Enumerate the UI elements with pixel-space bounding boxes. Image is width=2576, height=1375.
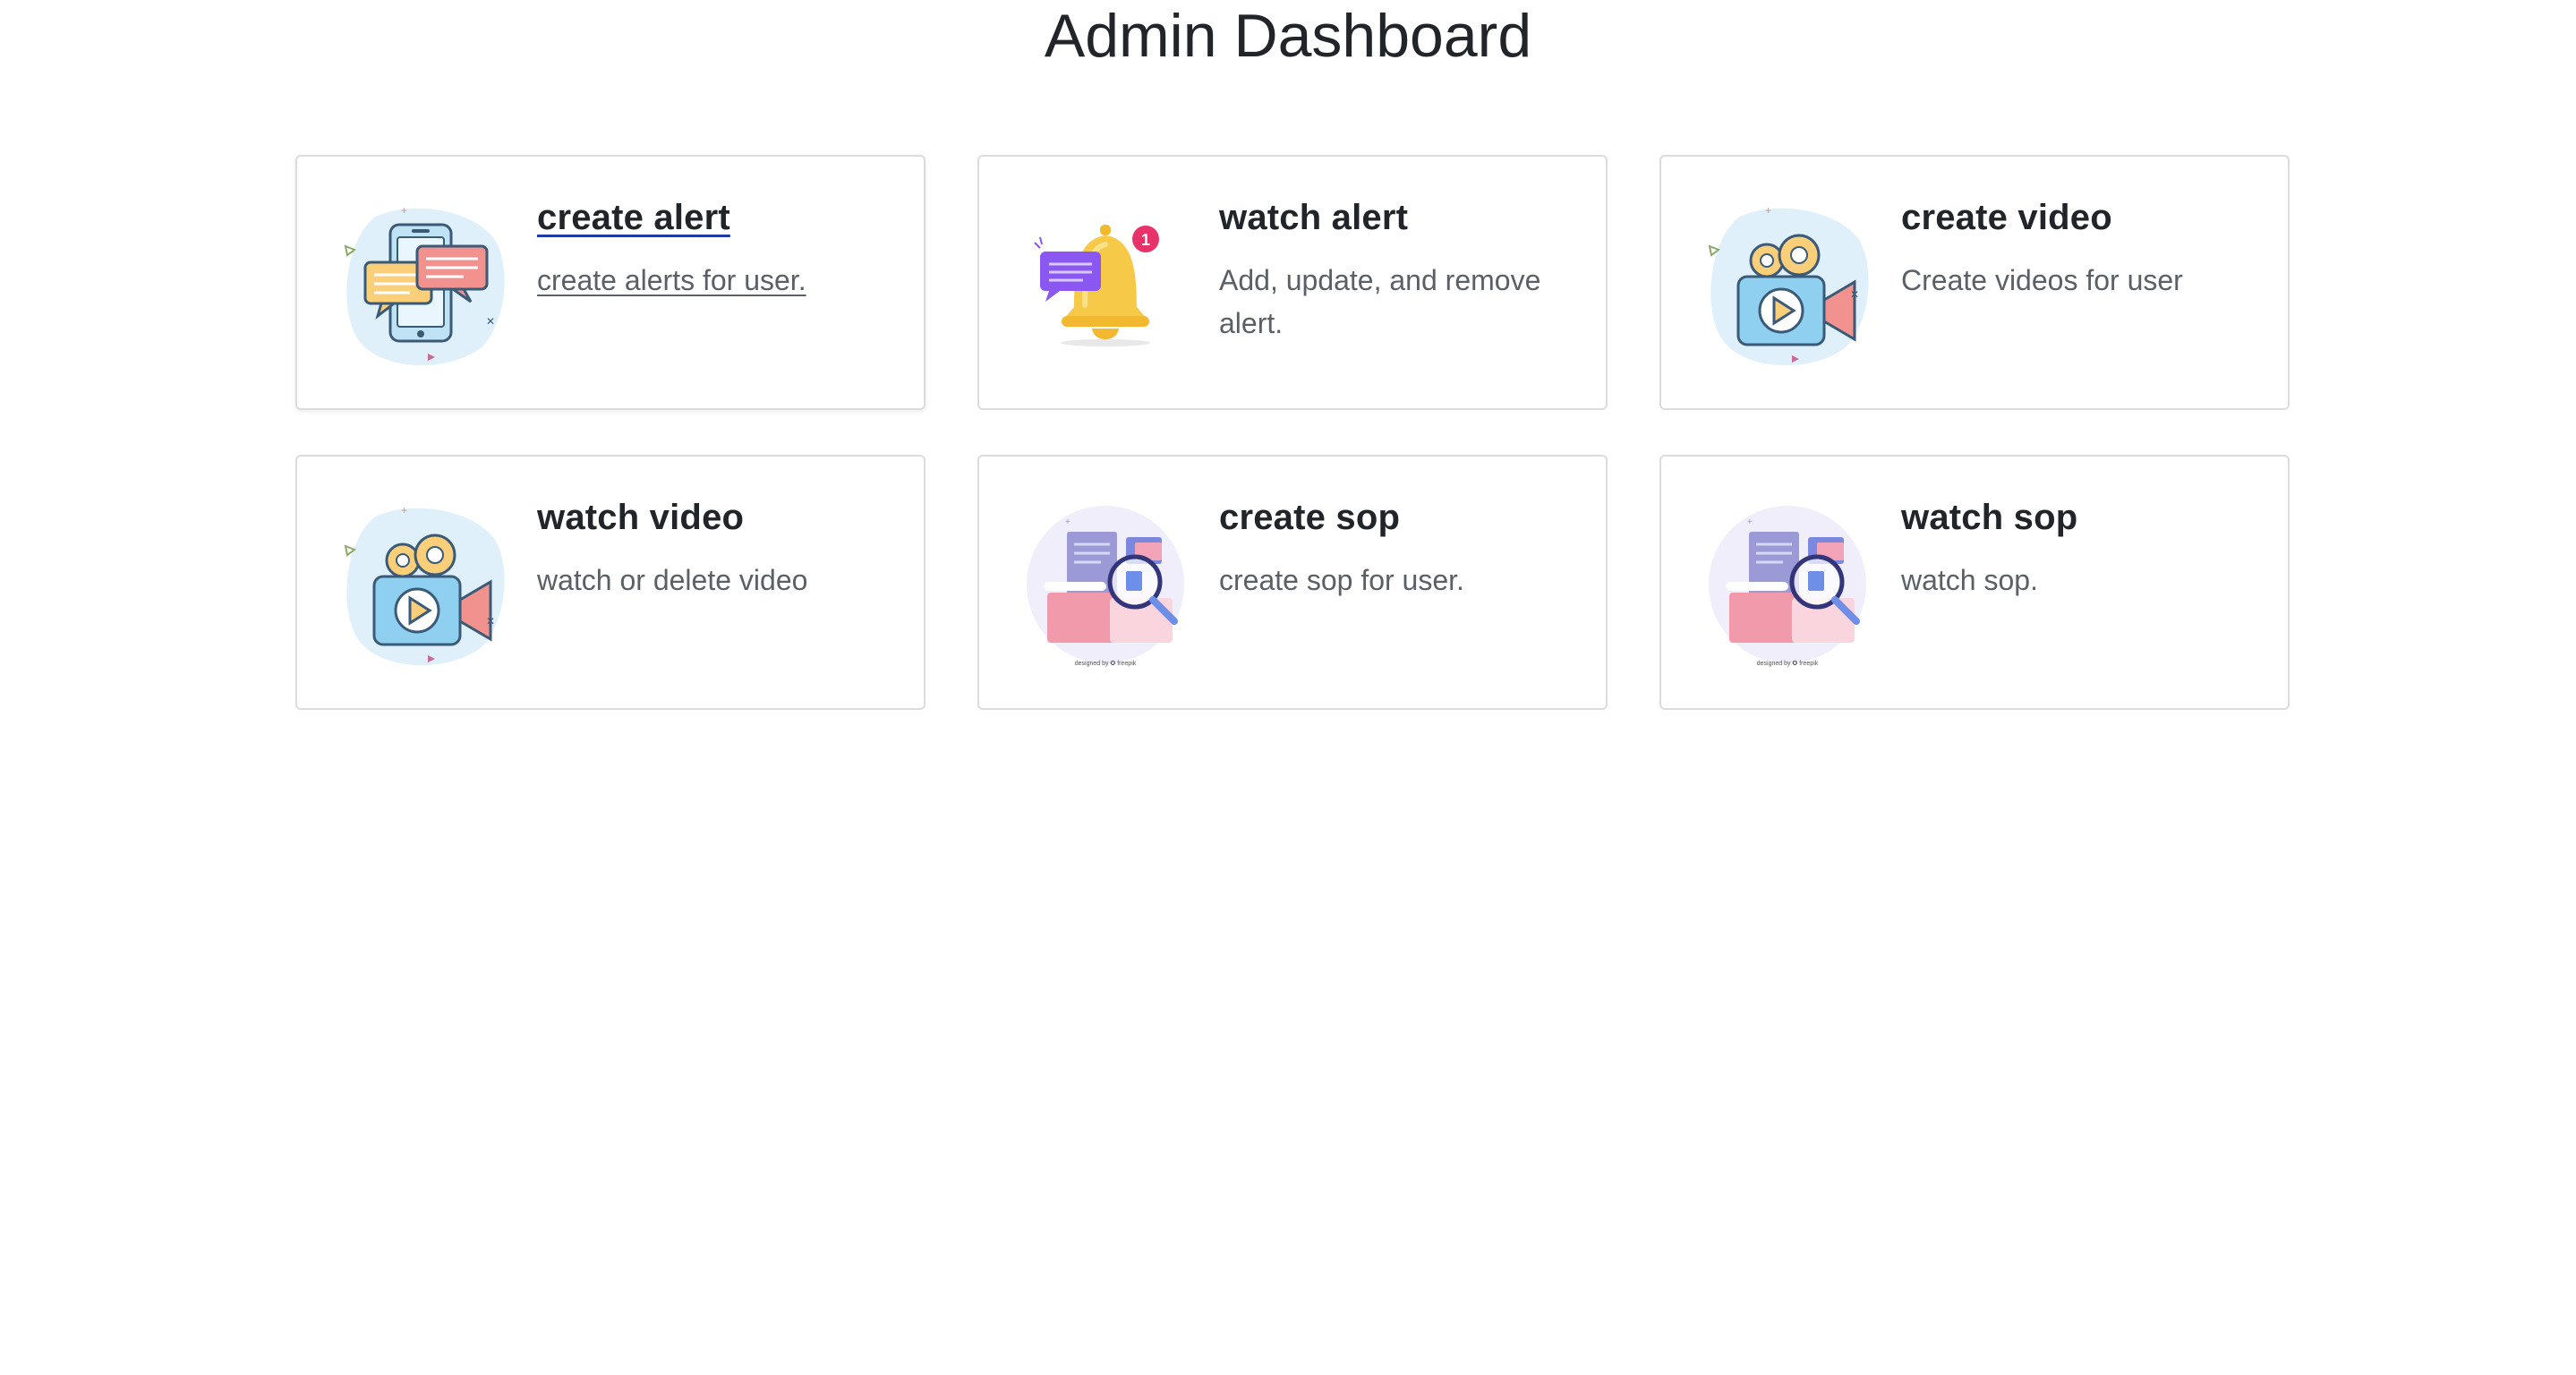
video-camera-icon: ✕ + (338, 500, 508, 670)
svg-text:+: + (1765, 204, 1771, 217)
svg-text:✕: ✕ (1850, 288, 1859, 301)
card-text: create alert create alerts for user. (537, 192, 888, 302)
card-description[interactable]: watch sop. (1901, 559, 2252, 602)
card-title[interactable]: watch sop (1901, 492, 2252, 542)
svg-text:+: + (401, 204, 407, 217)
card-create-sop[interactable]: + designed by ✪ freepik create sop creat… (977, 455, 1608, 710)
svg-text:+: + (1747, 517, 1753, 527)
bell-notification-icon: 1 (1020, 200, 1190, 370)
svg-text:✕: ✕ (486, 315, 495, 328)
card-text: watch alert Add, update, and remove aler… (1219, 192, 1570, 345)
page-title: Admin Dashboard (1044, 2, 1532, 70)
card-title[interactable]: watch alert (1219, 192, 1570, 243)
card-watch-alert[interactable]: 1 watch alert Add, update, and remove al… (977, 155, 1608, 410)
card-grid: ✕ + create alert create alerts for user. (295, 155, 2290, 710)
card-watch-video[interactable]: ✕ + watch video watch or delete video (295, 455, 925, 710)
svg-text:1: 1 (1141, 231, 1150, 249)
svg-text:+: + (1065, 517, 1070, 527)
svg-text:designed by ✪ freepik: designed by ✪ freepik (1757, 660, 1819, 667)
card-text: watch video watch or delete video (537, 492, 888, 602)
admin-dashboard-page: Admin Dashboard ✕ + create alert create … (0, 0, 2576, 1375)
chat-phone-icon: ✕ + (338, 200, 508, 370)
card-title[interactable]: create alert (537, 192, 888, 243)
card-text: create video Create videos for user (1901, 192, 2252, 302)
card-title[interactable]: watch video (537, 492, 888, 542)
document-search-icon: + designed by ✪ freepik (1702, 500, 1872, 670)
card-text: watch sop watch sop. (1901, 492, 2252, 602)
svg-text:+: + (401, 504, 407, 517)
card-description[interactable]: create sop for user. (1219, 559, 1570, 602)
card-watch-sop[interactable]: + designed by ✪ freepik watch sop watch … (1659, 455, 2290, 710)
card-create-video[interactable]: ✕ + create video Create videos for user (1659, 155, 2290, 410)
card-create-alert[interactable]: ✕ + create alert create alerts for user. (295, 155, 925, 410)
card-title[interactable]: create sop (1219, 492, 1570, 542)
svg-text:✕: ✕ (486, 615, 495, 628)
video-camera-icon: ✕ + (1702, 200, 1872, 370)
card-description[interactable]: Add, update, and remove alert. (1219, 259, 1570, 345)
card-description[interactable]: watch or delete video (537, 559, 888, 602)
card-title[interactable]: create video (1901, 192, 2252, 243)
svg-text:designed by ✪ freepik: designed by ✪ freepik (1075, 660, 1137, 667)
card-description[interactable]: Create videos for user (1901, 259, 2252, 302)
card-description[interactable]: create alerts for user. (537, 259, 888, 302)
card-text: create sop create sop for user. (1219, 492, 1570, 602)
document-search-icon: + designed by ✪ freepik (1020, 500, 1190, 670)
